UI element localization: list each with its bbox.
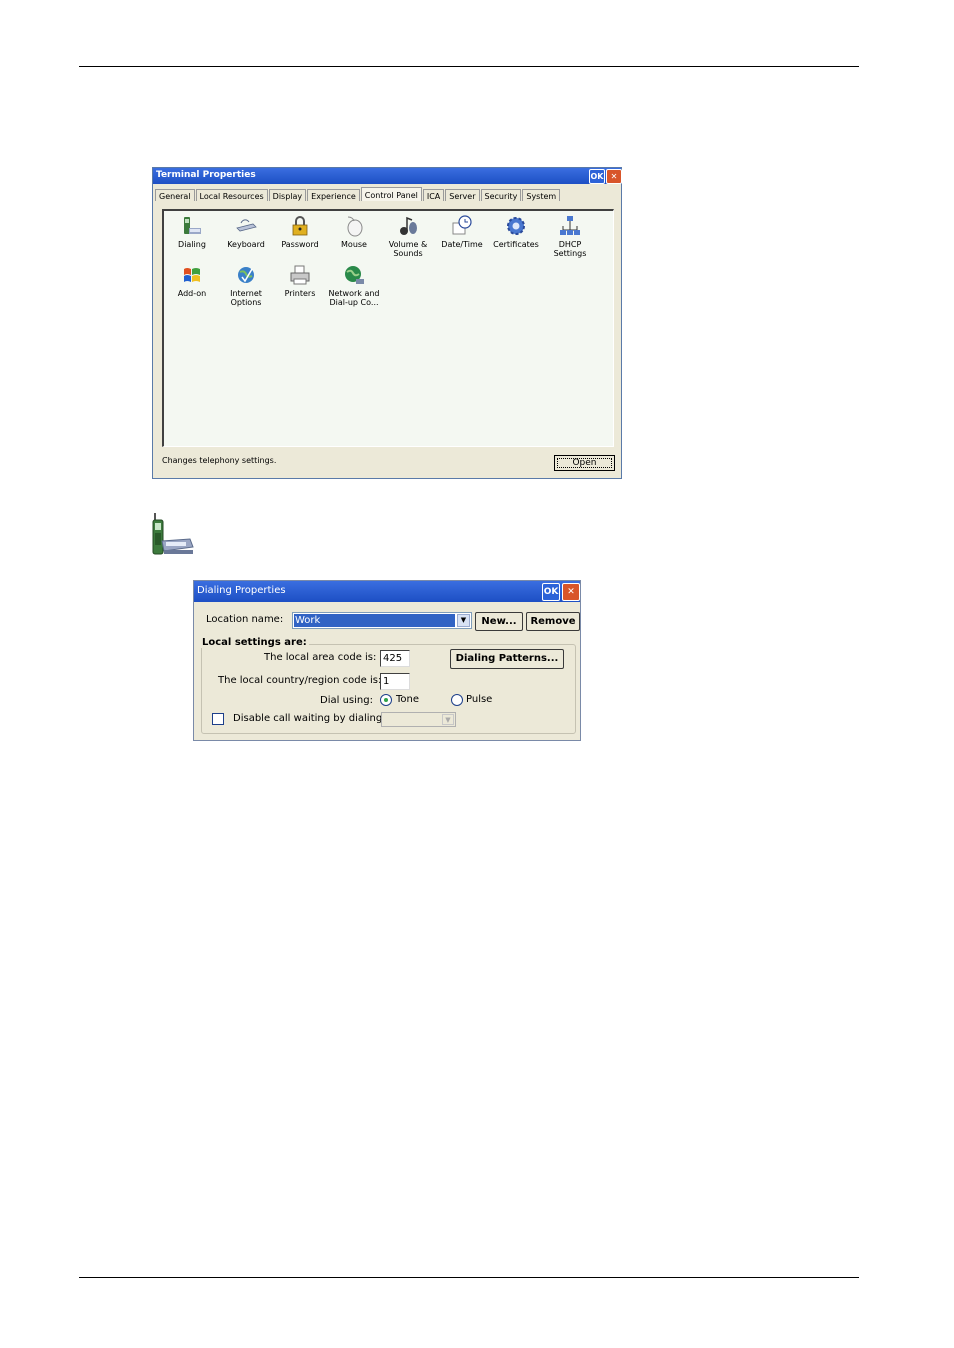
cp-item-label: Network and Dial-up Co... (328, 289, 380, 307)
status-text: Changes telephony settings. (162, 456, 277, 465)
window-title: Terminal Properties (156, 170, 256, 180)
cp-item-mouse[interactable]: Mouse (327, 215, 381, 249)
cp-item-internet-options[interactable]: Internet Options (219, 264, 273, 307)
password-icon (292, 216, 308, 236)
cp-item-label: Dialing (178, 240, 206, 249)
cp-item-label: Certificates (493, 240, 539, 249)
cp-item-password[interactable]: Password (273, 215, 327, 249)
cp-item-label: Internet Options (230, 289, 262, 307)
internet-options-icon (238, 267, 254, 283)
header-rule (79, 66, 859, 67)
cp-item-date-time[interactable]: Date/Time (435, 215, 489, 249)
location-name-select[interactable]: Work ▼ (292, 612, 472, 629)
dialing-icon (152, 513, 194, 555)
close-icon[interactable]: ✕ (606, 169, 622, 184)
close-icon[interactable]: ✕ (562, 583, 580, 601)
date-time-icon (452, 215, 472, 235)
area-code-field[interactable]: 425 (380, 650, 410, 667)
call-waiting-checkbox[interactable] (212, 713, 224, 725)
dhcp-settings-icon (560, 216, 580, 235)
chevron-down-icon: ▼ (442, 714, 454, 725)
cp-item-certificates[interactable]: Certificates (489, 215, 543, 249)
new-location-button[interactable]: New... (475, 612, 523, 631)
location-name-label: Location name: (206, 614, 284, 625)
dialing-properties-window: Dialing Properties OK ✕ Location name: W… (193, 580, 581, 741)
tab-server[interactable]: Server (445, 189, 480, 201)
dialing-patterns-button[interactable]: Dialing Patterns... (450, 649, 564, 669)
cp-item-label: Password (281, 240, 319, 249)
local-settings-title: Local settings are: (200, 637, 309, 648)
cp-item-keyboard[interactable]: Keyboard (219, 215, 273, 249)
area-code-label: The local area code is: (264, 652, 377, 663)
cp-item-volume-sounds[interactable]: Volume & Sounds (381, 215, 435, 258)
ok-button[interactable]: OK (589, 169, 605, 184)
cp-item-label: Volume & Sounds (388, 240, 428, 258)
tab-general[interactable]: General (155, 189, 195, 201)
tab-local-resources[interactable]: Local Resources (195, 189, 268, 201)
footer-rule (79, 1277, 859, 1278)
control-panel-view: Dialing Keyboard Password Mouse Volume &… (162, 209, 614, 447)
mouse-icon (347, 216, 363, 237)
cp-item-printers[interactable]: Printers (273, 264, 327, 298)
tab-display[interactable]: Display (268, 189, 307, 201)
certificates-icon (507, 217, 525, 235)
call-waiting-label: Disable call waiting by dialing: (233, 713, 386, 724)
cp-item-dhcp-settings[interactable]: DHCP Settings (543, 215, 597, 258)
cp-item-label: Printers (284, 289, 316, 298)
open-button[interactable]: Open (554, 455, 615, 471)
tone-radio[interactable] (380, 694, 392, 706)
pulse-radio[interactable] (451, 694, 463, 706)
dial-using-label: Dial using: (320, 695, 373, 706)
ok-button[interactable]: OK (542, 583, 560, 601)
window-title: Dialing Properties (197, 585, 286, 596)
printers-icon (290, 265, 310, 285)
volume-sounds-icon (400, 216, 417, 235)
network-dialup-icon (345, 266, 364, 284)
cp-item-label: DHCP Settings (553, 240, 587, 258)
dialing-icon (184, 217, 201, 234)
cp-item-network-dialup[interactable]: Network and Dial-up Co... (327, 264, 381, 307)
terminal-properties-window: Terminal Properties OK ✕ General Local R… (152, 167, 622, 479)
keyboard-icon (236, 219, 257, 232)
cp-item-label: Date/Time (441, 240, 483, 249)
cp-item-label: Keyboard (227, 240, 265, 249)
add-on-icon (184, 268, 200, 282)
tab-system[interactable]: System (522, 189, 561, 201)
chevron-down-icon[interactable]: ▼ (457, 614, 470, 627)
tab-control-panel[interactable]: Control Panel (360, 187, 422, 201)
call-waiting-select: ▼ (381, 712, 456, 727)
country-code-field[interactable]: 1 (380, 673, 410, 690)
pulse-label: Pulse (466, 694, 493, 705)
cp-item-add-on[interactable]: Add-on (165, 264, 219, 298)
country-code-label: The local country/region code is: (218, 675, 382, 686)
cp-item-dialing[interactable]: Dialing (165, 215, 219, 249)
title-bar: Terminal Properties OK ✕ (153, 168, 622, 184)
remove-location-button[interactable]: Remove (526, 612, 580, 631)
tab-experience[interactable]: Experience (307, 189, 360, 201)
cp-item-label: Add-on (177, 289, 207, 298)
tab-ica[interactable]: ICA (422, 189, 445, 201)
location-name-value: Work (294, 614, 455, 627)
tab-strip: General Local Resources Display Experien… (155, 187, 561, 202)
tab-security[interactable]: Security (480, 189, 522, 201)
title-bar: Dialing Properties OK ✕ (194, 581, 580, 602)
cp-item-label: Mouse (341, 240, 367, 249)
tone-label: Tone (396, 694, 420, 705)
